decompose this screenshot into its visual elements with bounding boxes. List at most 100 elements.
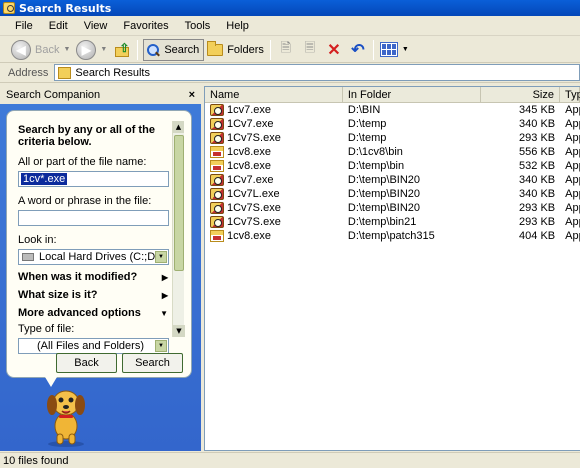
file-name-cell: 1Cv7S.exe bbox=[205, 202, 343, 214]
app-icon-a bbox=[210, 216, 224, 228]
file-name: 1cv7.exe bbox=[227, 104, 272, 116]
table-row[interactable]: 1cv8.exe D:\1cv8\bin 556 KB App bbox=[205, 145, 580, 159]
filename-value: 1cv*.exe bbox=[21, 173, 68, 185]
type-cell: App bbox=[565, 202, 580, 214]
search-submit-button[interactable]: Search bbox=[122, 353, 183, 373]
menu-file[interactable]: File bbox=[7, 20, 41, 32]
delete-button[interactable]: ✕ bbox=[322, 39, 346, 61]
file-name: 1Cv7L.exe bbox=[227, 188, 280, 200]
phrase-input[interactable] bbox=[18, 210, 169, 226]
table-row[interactable]: 1cv8.exe D:\temp\patch315 404 KB App bbox=[205, 229, 580, 243]
file-name: 1Cv7S.exe bbox=[227, 202, 281, 214]
table-row[interactable]: 1Cv7.exe D:\temp 340 KB App bbox=[205, 117, 580, 131]
views-button[interactable]: ▼ bbox=[377, 39, 412, 61]
table-row[interactable]: 1Cv7S.exe D:\temp 293 KB App bbox=[205, 131, 580, 145]
chevron-down-icon[interactable]: ▼ bbox=[155, 340, 167, 352]
copy-to-button[interactable]: 🗏 bbox=[298, 39, 322, 61]
in-folder-cell: D:\temp bbox=[347, 132, 387, 144]
folders-label: Folders bbox=[227, 43, 264, 56]
search-form: Search by any or all of the criteria bel… bbox=[18, 124, 170, 354]
file-name-cell: 1Cv7S.exe bbox=[205, 216, 343, 228]
up-folder-button[interactable]: ⇧ bbox=[110, 39, 134, 61]
table-row[interactable]: 1Cv7.exe D:\temp\BIN20 340 KB App bbox=[205, 173, 580, 187]
search-window-icon bbox=[3, 2, 15, 14]
type-cell: App bbox=[565, 216, 580, 228]
advanced-label: More advanced options bbox=[18, 307, 141, 319]
back-dropdown-icon[interactable]: ▼ bbox=[63, 46, 70, 53]
back-button[interactable]: ◀ Back ▼ bbox=[8, 39, 73, 61]
delete-icon: ✕ bbox=[327, 41, 341, 59]
title-bar: Search Results bbox=[0, 0, 580, 16]
column-size[interactable]: Size bbox=[481, 87, 560, 102]
menu-tools[interactable]: Tools bbox=[177, 20, 219, 32]
column-name[interactable]: Name bbox=[205, 87, 343, 102]
address-field[interactable]: Search Results bbox=[54, 64, 580, 81]
scroll-down-icon[interactable]: ▼ bbox=[173, 325, 185, 337]
file-name: 1cv8.exe bbox=[227, 230, 272, 242]
in-folder-cell: D:\temp\BIN20 bbox=[347, 188, 421, 200]
modified-label: When was it modified? bbox=[18, 271, 138, 283]
address-value: Search Results bbox=[75, 66, 150, 79]
in-folder-cell: D:\temp\bin bbox=[347, 160, 405, 172]
toolbar-separator bbox=[269, 39, 271, 60]
close-icon[interactable]: × bbox=[189, 89, 195, 101]
search-button[interactable]: Search bbox=[143, 38, 205, 61]
toolbar-separator bbox=[137, 39, 139, 60]
folders-button[interactable]: Folders bbox=[204, 39, 267, 61]
search-companion-header: Search Companion × bbox=[0, 86, 201, 104]
in-folder-cell: D:\temp\bin21 bbox=[347, 216, 417, 228]
results-pane: Name In Folder Size Typ 1cv7.exe D:\BIN 34… bbox=[204, 86, 580, 451]
search-companion-pane: Search Companion × Search by any or all … bbox=[0, 86, 201, 451]
size-cell: 556 KB bbox=[519, 146, 556, 158]
companion-scrollbar[interactable]: ▲ ▼ bbox=[172, 121, 185, 337]
app-icon-b bbox=[210, 160, 224, 172]
menu-bar: File Edit View Favorites Tools Help bbox=[0, 16, 580, 36]
size-option[interactable]: What size is it? ▶ bbox=[18, 289, 170, 301]
size-cell: 340 KB bbox=[519, 118, 556, 130]
table-row[interactable]: 1Cv7L.exe D:\temp\BIN20 340 KB App bbox=[205, 187, 580, 201]
menu-view[interactable]: View bbox=[76, 20, 116, 32]
table-row[interactable]: 1Cv7S.exe D:\temp\bin21 293 KB App bbox=[205, 215, 580, 229]
file-name: 1Cv7.exe bbox=[227, 174, 274, 186]
collapse-arrow-icon: ▼ bbox=[160, 308, 168, 318]
file-name-cell: 1Cv7.exe bbox=[205, 118, 343, 130]
filename-input[interactable]: 1cv*.exe bbox=[18, 171, 169, 187]
menu-edit[interactable]: Edit bbox=[41, 20, 76, 32]
type-cell: App bbox=[565, 160, 580, 172]
forward-dropdown-icon[interactable]: ▼ bbox=[100, 46, 107, 53]
column-type[interactable]: Typ bbox=[560, 87, 580, 102]
menu-favorites[interactable]: Favorites bbox=[115, 20, 176, 32]
scroll-thumb[interactable] bbox=[174, 135, 184, 271]
move-to-button[interactable]: 🗎 bbox=[274, 39, 298, 61]
file-name: 1Cv7.exe bbox=[227, 118, 274, 130]
file-name: 1cv8.exe bbox=[227, 146, 272, 158]
filetype-select[interactable]: (All Files and Folders) ▼ bbox=[18, 338, 169, 354]
views-dropdown-icon: ▼ bbox=[401, 46, 409, 53]
app-icon-a bbox=[210, 202, 224, 214]
table-row[interactable]: 1Cv7S.exe D:\temp\BIN20 293 KB App bbox=[205, 201, 580, 215]
hard-drive-icon bbox=[22, 253, 34, 261]
column-in-folder[interactable]: In Folder bbox=[343, 87, 481, 102]
copy-to-icon: 🗏 bbox=[304, 39, 316, 55]
scroll-up-icon[interactable]: ▲ bbox=[173, 121, 184, 133]
advanced-option[interactable]: More advanced options ▼ bbox=[18, 307, 170, 319]
back-label: Back bbox=[35, 43, 60, 56]
lookin-select[interactable]: Local Hard Drives (C:;D:) ▼ bbox=[18, 249, 169, 265]
in-folder-cell: D:\temp\patch315 bbox=[347, 230, 435, 242]
search-companion-title: Search Companion bbox=[6, 89, 101, 101]
back-search-button[interactable]: Back bbox=[56, 353, 117, 373]
chevron-down-icon[interactable]: ▼ bbox=[155, 251, 167, 263]
menu-help[interactable]: Help bbox=[218, 20, 257, 32]
expand-arrow-icon: ▶ bbox=[161, 290, 168, 300]
modified-option[interactable]: When was it modified? ▶ bbox=[18, 271, 170, 283]
back-arrow-icon: ◀ bbox=[11, 39, 31, 60]
table-row[interactable]: 1cv7.exe D:\BIN 345 KB App bbox=[205, 103, 580, 117]
rover-dog-icon[interactable] bbox=[40, 386, 92, 448]
app-icon-a bbox=[210, 132, 224, 144]
table-row[interactable]: 1cv8.exe D:\temp\bin 532 KB App bbox=[205, 159, 580, 173]
forward-button[interactable]: ▶ ▼ bbox=[73, 39, 110, 61]
undo-button[interactable]: ↶ bbox=[346, 39, 370, 61]
size-cell: 293 KB bbox=[519, 202, 556, 214]
up-folder-icon: ⇧ bbox=[113, 41, 131, 58]
file-name-cell: 1Cv7L.exe bbox=[205, 188, 343, 200]
